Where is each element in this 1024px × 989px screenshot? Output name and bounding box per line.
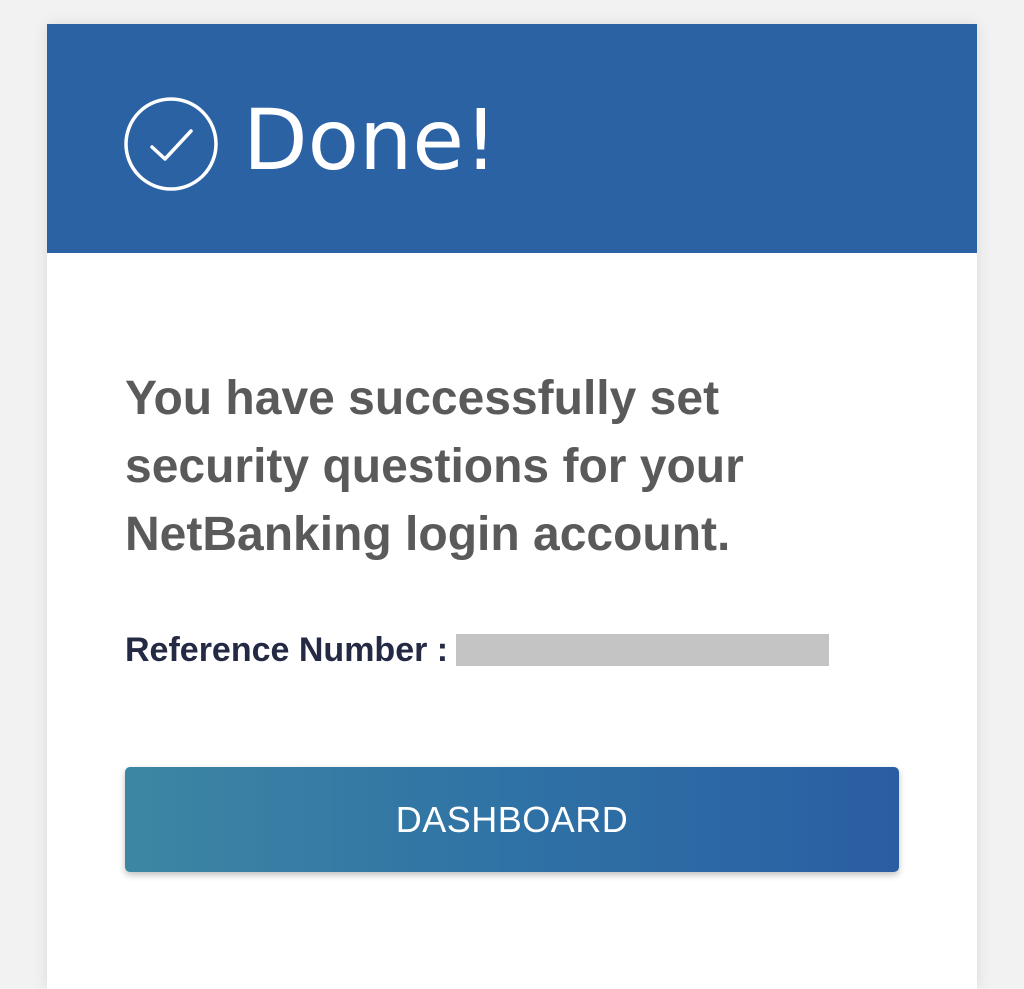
dashboard-button[interactable]: DASHBOARD	[125, 767, 899, 872]
reference-number-value-redacted	[456, 634, 830, 666]
success-header: Done!	[47, 24, 977, 253]
reference-number-label: Reference Number :	[125, 631, 449, 669]
success-message: You have successfully set security quest…	[125, 372, 744, 561]
dashboard-button-label: DASHBOARD	[395, 798, 629, 840]
confirmation-card: Done! You have successfully set security…	[47, 24, 977, 989]
check-circle-icon	[123, 96, 219, 192]
reference-number-row: Reference Number :	[125, 628, 830, 672]
page-title: Done!	[243, 91, 498, 189]
